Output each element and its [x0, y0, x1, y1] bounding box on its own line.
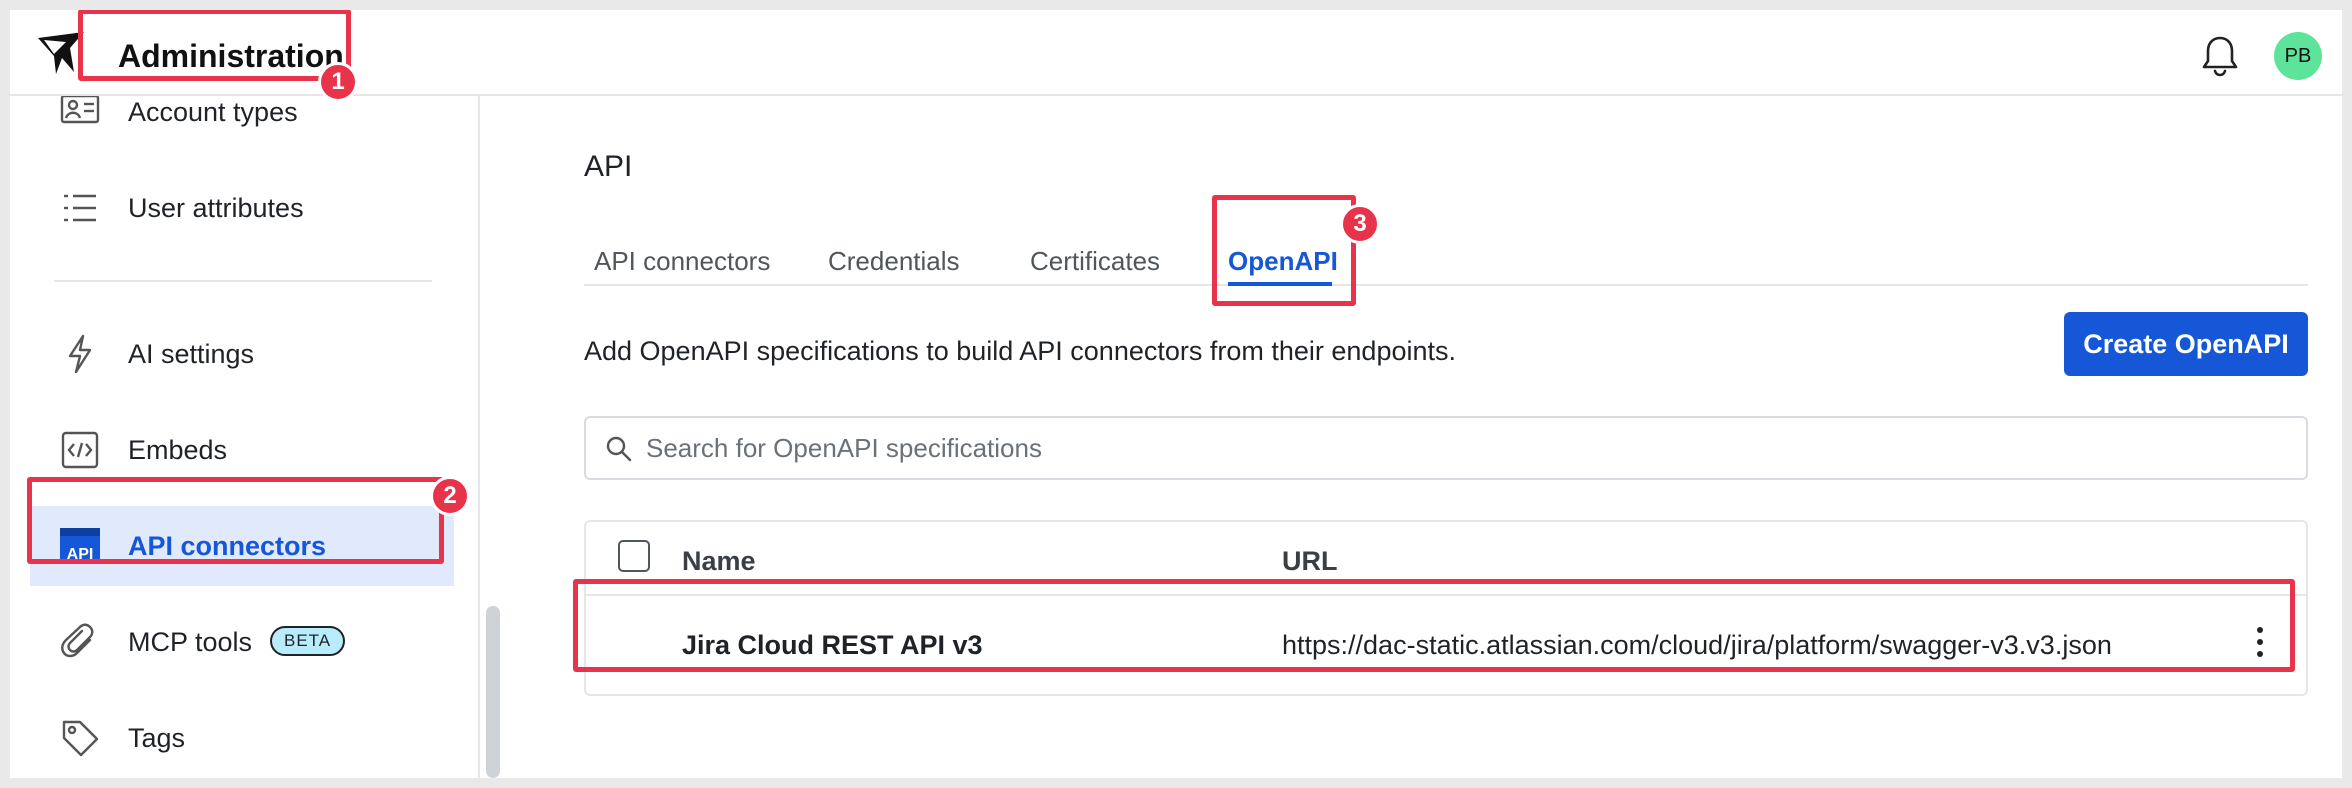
- annotation-box-administration: [78, 10, 351, 81]
- sidebar: Account types User attributes AI setting…: [10, 96, 480, 778]
- beta-badge: BETA: [270, 626, 346, 656]
- app-window: Administration PB Account types User att…: [10, 10, 2342, 778]
- annotation-badge-2: 2: [430, 476, 470, 516]
- sidebar-divider: [54, 280, 432, 282]
- tab-certificates[interactable]: Certificates: [1030, 246, 1160, 277]
- annotation-badge-1: 1: [318, 62, 358, 102]
- select-all-checkbox[interactable]: [618, 540, 650, 572]
- sidebar-item-mcp-tools[interactable]: MCP tools BETA: [30, 602, 454, 682]
- sidebar-item-label: Embeds: [128, 434, 228, 465]
- tab-api-connectors[interactable]: API connectors: [594, 246, 770, 277]
- sidebar-item-ai-settings[interactable]: AI settings: [30, 314, 454, 394]
- annotation-box-table-row: [573, 579, 2295, 672]
- tab-bar: API connectors Credentials Certificates …: [584, 218, 2308, 286]
- search-input[interactable]: [646, 426, 2286, 470]
- sidebar-item-label: Tags: [128, 722, 186, 753]
- create-openapi-button[interactable]: Create OpenAPI: [2064, 312, 2308, 376]
- search-box: [584, 416, 2308, 480]
- avatar[interactable]: PB: [2274, 32, 2322, 80]
- tag-icon: [62, 720, 99, 757]
- sidebar-item-user-attributes[interactable]: User attributes: [30, 168, 454, 248]
- annotation-box-openapi-tab: [1212, 195, 1356, 306]
- sidebar-item-label: User attributes: [128, 192, 304, 223]
- list-icon: [64, 194, 96, 222]
- main-content: API API connectors Credentials Certifica…: [502, 96, 2342, 778]
- lightning-icon: [68, 334, 92, 374]
- search-icon: [606, 436, 632, 462]
- sidebar-item-tags[interactable]: Tags: [30, 698, 454, 778]
- annotation-box-api-connectors: [27, 477, 444, 564]
- paperclip-icon: [61, 623, 94, 658]
- sidebar-item-label: MCP tools: [128, 626, 253, 657]
- page-title: API: [584, 150, 633, 183]
- page-description: Add OpenAPI specifications to build API …: [584, 336, 1456, 366]
- sidebar-scrollbar[interactable]: [486, 606, 500, 778]
- annotation-badge-3: 3: [1340, 204, 1380, 244]
- sidebar-item-label: AI settings: [128, 338, 255, 369]
- column-header-url[interactable]: URL: [1282, 546, 1338, 577]
- id-card-icon: [60, 96, 100, 124]
- code-icon: [61, 431, 99, 469]
- bell-icon[interactable]: [2200, 34, 2240, 78]
- sidebar-item-account-types[interactable]: Account types: [30, 96, 454, 152]
- top-bar: Administration PB: [10, 10, 2342, 96]
- column-header-name[interactable]: Name: [682, 546, 756, 577]
- tab-credentials[interactable]: Credentials: [828, 246, 960, 277]
- sidebar-item-label: Account types: [128, 96, 298, 127]
